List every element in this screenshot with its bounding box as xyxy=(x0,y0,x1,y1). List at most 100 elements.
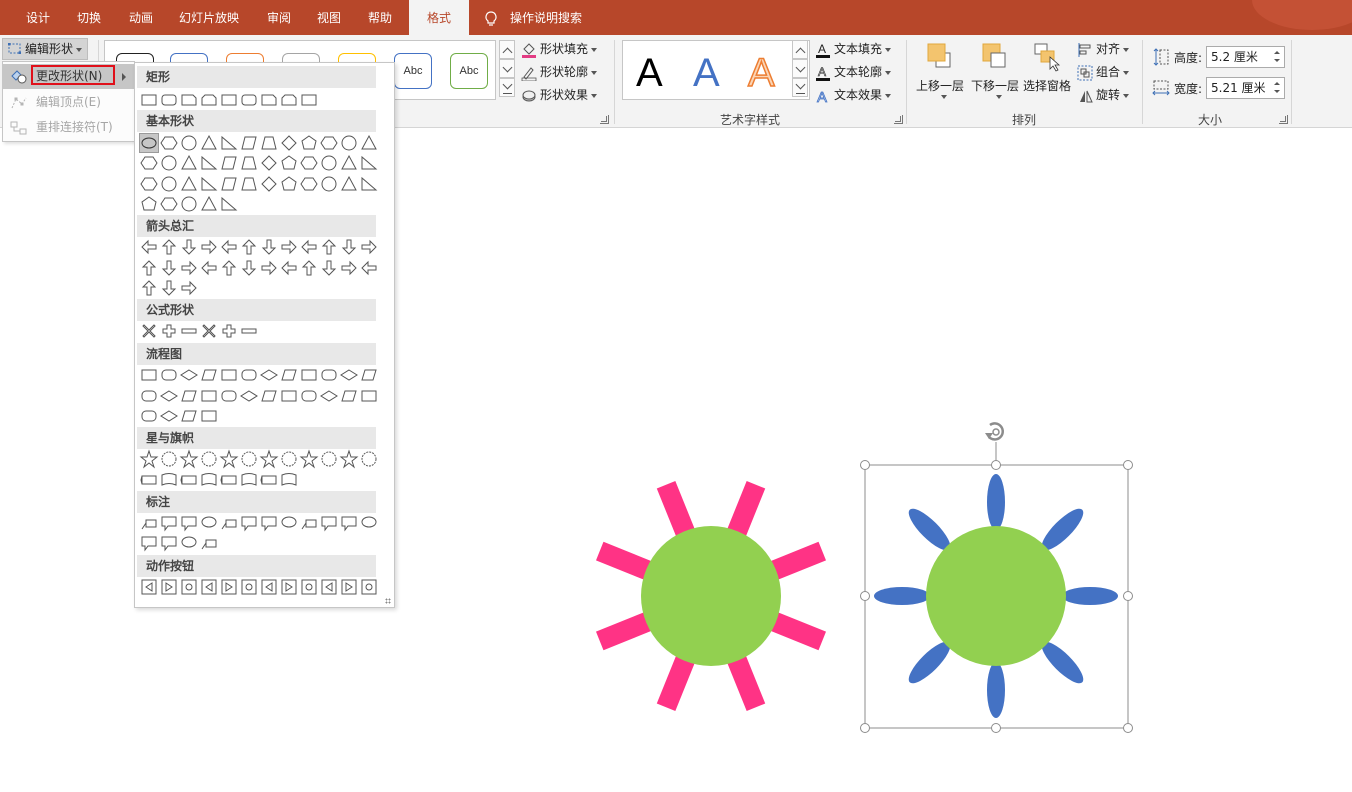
shape-option-icon[interactable] xyxy=(159,194,179,214)
shape-style-swatch-abc-green[interactable]: Abc xyxy=(450,53,488,89)
shape-option-icon[interactable] xyxy=(239,258,259,278)
shape-option-icon[interactable] xyxy=(139,174,159,194)
shape-option-icon[interactable] xyxy=(239,321,259,341)
shape-option-icon[interactable] xyxy=(319,386,339,406)
tab-help[interactable]: 帮助 xyxy=(363,0,397,35)
shape-option-icon[interactable] xyxy=(359,449,379,469)
shape-option-icon[interactable] xyxy=(199,386,219,406)
shape-option-icon[interactable] xyxy=(279,513,299,533)
tell-me-search[interactable]: 操作说明搜索 xyxy=(484,0,594,35)
shape-option-icon[interactable] xyxy=(199,90,219,110)
shape-option-icon[interactable] xyxy=(219,513,239,533)
shape-option-icon[interactable] xyxy=(139,194,159,214)
shape-option-icon[interactable] xyxy=(339,513,359,533)
shape-option-icon[interactable] xyxy=(299,153,319,173)
shape-option-icon[interactable] xyxy=(359,258,379,278)
shape-option-icon[interactable] xyxy=(139,258,159,278)
shape-option-icon[interactable] xyxy=(159,258,179,278)
shape-option-icon[interactable] xyxy=(139,470,159,490)
shape-option-icon[interactable] xyxy=(179,449,199,469)
shape-option-icon[interactable] xyxy=(179,278,199,298)
shape-option-icon[interactable] xyxy=(299,365,319,385)
shape-option-icon[interactable] xyxy=(219,321,239,341)
resize-grip-icon[interactable] xyxy=(385,598,391,604)
shape-option-icon[interactable] xyxy=(139,321,159,341)
shape-option-icon[interactable] xyxy=(219,194,239,214)
shape-option-icon[interactable] xyxy=(279,133,299,153)
shape-option-icon[interactable] xyxy=(239,365,259,385)
spin-arrows-icon[interactable] xyxy=(1274,80,1282,96)
text-fill-button[interactable]: A 文本填充 xyxy=(815,39,892,59)
scroll-up-icon[interactable] xyxy=(499,40,515,59)
shape-option-icon[interactable] xyxy=(299,513,319,533)
tab-animations[interactable]: 动画 xyxy=(124,0,158,35)
shape-option-icon[interactable] xyxy=(219,174,239,194)
shape-option-icon[interactable] xyxy=(199,449,219,469)
shape-option-icon[interactable] xyxy=(339,153,359,173)
shape-option-icon[interactable] xyxy=(159,133,179,153)
shape-option-icon[interactable] xyxy=(179,90,199,110)
shape-option-icon[interactable] xyxy=(279,90,299,110)
gallery-more-icon[interactable] xyxy=(792,78,808,97)
menu-item-reroute-connectors[interactable]: 重排连接符(T) xyxy=(3,115,134,140)
shape-option-icon[interactable] xyxy=(239,513,259,533)
shape-option-icon[interactable] xyxy=(319,449,339,469)
group-button[interactable]: 组合 xyxy=(1077,62,1130,82)
shape-option-icon[interactable] xyxy=(159,174,179,194)
shape-option-icon[interactable] xyxy=(259,449,279,469)
shape-option-icon[interactable] xyxy=(299,90,319,110)
shape-option-icon[interactable] xyxy=(199,174,219,194)
shape-option-icon[interactable] xyxy=(279,577,299,597)
shape-option-icon[interactable] xyxy=(319,513,339,533)
align-button[interactable]: 对齐 xyxy=(1077,39,1130,59)
edit-shape-button[interactable]: 编辑形状 xyxy=(2,38,88,60)
shape-option-icon[interactable] xyxy=(139,513,159,533)
shape-option-icon[interactable] xyxy=(239,470,259,490)
shape-option-icon[interactable] xyxy=(319,365,339,385)
shape-option-icon[interactable] xyxy=(199,533,219,553)
shape-option-icon[interactable] xyxy=(299,386,319,406)
shape-option-icon[interactable] xyxy=(199,406,219,426)
shape-option-icon[interactable] xyxy=(199,513,219,533)
scroll-up-icon[interactable] xyxy=(792,40,808,59)
shape-option-icon[interactable] xyxy=(319,237,339,257)
shape-option-icon[interactable] xyxy=(139,386,159,406)
shape-option-icon[interactable] xyxy=(259,365,279,385)
shape-option-icon[interactable] xyxy=(239,577,259,597)
shape-option-icon[interactable] xyxy=(199,153,219,173)
shape-option-icon[interactable] xyxy=(239,90,259,110)
shape-option-icon[interactable] xyxy=(159,386,179,406)
wordart-style-blue[interactable]: A xyxy=(693,50,720,96)
shape-option-icon[interactable] xyxy=(299,258,319,278)
shape-option-icon[interactable] xyxy=(259,174,279,194)
shape-option-icon[interactable] xyxy=(199,470,219,490)
tab-review[interactable]: 审阅 xyxy=(262,0,296,35)
menu-item-edit-points[interactable]: 编辑顶点(E) xyxy=(3,90,134,115)
shape-option-icon[interactable] xyxy=(179,237,199,257)
shape-option-icon[interactable] xyxy=(259,133,279,153)
shape-option-icon[interactable] xyxy=(299,449,319,469)
shape-option-icon[interactable] xyxy=(199,258,219,278)
shape-option-icon[interactable] xyxy=(259,237,279,257)
shape-option-icon[interactable] xyxy=(239,133,259,153)
shape-option-icon[interactable] xyxy=(339,174,359,194)
rotate-button[interactable]: 旋转 xyxy=(1077,85,1130,105)
shape-option-icon[interactable] xyxy=(179,321,199,341)
shape-option-icon[interactable] xyxy=(139,153,159,173)
shape-option-icon[interactable] xyxy=(359,386,379,406)
shape-option-icon[interactable] xyxy=(139,449,159,469)
shape-option-icon[interactable] xyxy=(159,577,179,597)
shape-option-icon[interactable] xyxy=(339,386,359,406)
scroll-down-icon[interactable] xyxy=(792,59,808,78)
shape-option-icon[interactable] xyxy=(179,406,199,426)
shape-option-icon[interactable] xyxy=(179,577,199,597)
shape-option-icon[interactable] xyxy=(199,577,219,597)
shape-styles-scroll[interactable] xyxy=(499,40,515,97)
shape-option-icon[interactable] xyxy=(259,513,279,533)
width-input[interactable]: 5.21 厘米 xyxy=(1206,77,1285,99)
shape-option-icon[interactable] xyxy=(159,406,179,426)
shape-option-icon[interactable] xyxy=(319,258,339,278)
shape-option-icon[interactable] xyxy=(139,90,159,110)
shape-style-swatch-abc-blue[interactable]: Abc xyxy=(394,53,432,89)
shape-option-icon[interactable] xyxy=(199,321,219,341)
